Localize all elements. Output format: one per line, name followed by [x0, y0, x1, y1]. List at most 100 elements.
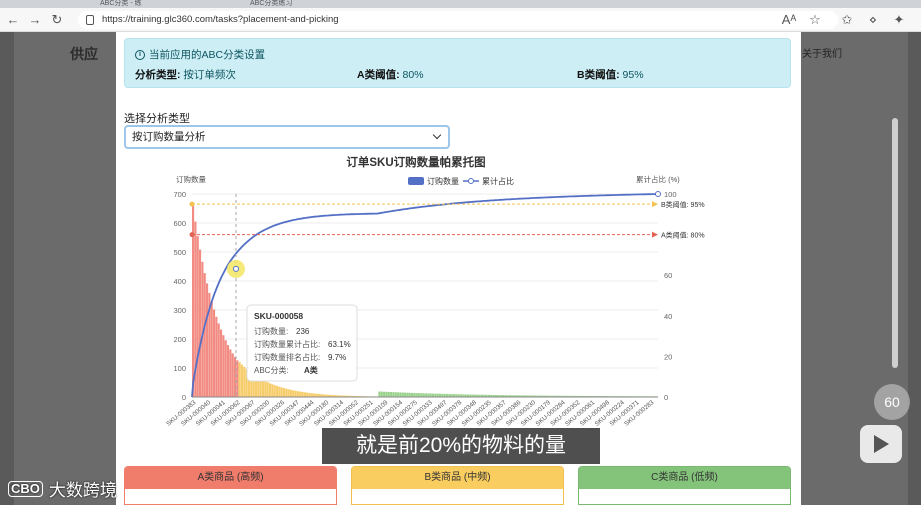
- bar-c: [420, 393, 423, 397]
- read-aloud-icon[interactable]: Aᴬ: [780, 11, 798, 29]
- browser-tab[interactable]: ABC分类 - 练: [100, 0, 142, 8]
- tooltip-row-value: A类: [304, 365, 318, 375]
- tooltip-title: SKU-000058: [254, 311, 303, 321]
- info-icon: i: [135, 49, 145, 60]
- y-left-tick-label: 0: [182, 393, 186, 402]
- bar-c: [413, 392, 416, 397]
- bar-b: [240, 364, 244, 397]
- bar-c: [399, 392, 402, 397]
- bar-b: [285, 388, 288, 397]
- bar-b: [294, 390, 297, 397]
- bar-c: [380, 391, 383, 397]
- a-class-card-header: A类商品 (高频): [125, 467, 336, 489]
- bar-c: [385, 391, 388, 397]
- bar-c: [390, 392, 393, 397]
- bar-b: [296, 391, 299, 397]
- nav-about[interactable]: 关于我们: [802, 45, 842, 60]
- bar-a: [198, 249, 202, 397]
- analysis-type-select[interactable]: 按订购数量分析: [124, 125, 450, 149]
- favorite-star-icon[interactable]: ☆: [806, 11, 824, 29]
- threshold-arrow: [652, 231, 658, 238]
- bar-c: [378, 391, 381, 397]
- bar-c: [383, 391, 386, 397]
- video-play-button[interactable]: [860, 425, 902, 463]
- c-class-card: C类商品 (低频): [578, 466, 791, 505]
- browser-tab-strip: ABC分类 - 练 ABC分类练习: [0, 0, 921, 8]
- y-right-tick-label: 100: [664, 190, 677, 199]
- chart-title: 订单SKU订购数量帕累托图: [346, 155, 485, 169]
- bar-c: [387, 391, 390, 397]
- reload-icon[interactable]: ↻: [48, 11, 66, 29]
- y-left-tick-label: 400: [173, 277, 186, 286]
- bar-a: [217, 323, 220, 397]
- page-scrollbar[interactable]: [892, 118, 898, 368]
- bar-a: [196, 236, 199, 397]
- back-icon[interactable]: ←: [4, 11, 22, 29]
- bar-a: [236, 360, 239, 397]
- bar-c: [422, 393, 425, 397]
- url-text: https://training.glc360.com/tasks?placem…: [102, 14, 339, 25]
- bar-a: [205, 283, 209, 397]
- bar-a: [229, 349, 232, 397]
- bar-b: [301, 391, 304, 397]
- play-icon: [874, 435, 889, 453]
- forward-icon[interactable]: →: [26, 11, 44, 29]
- bar-c: [418, 393, 421, 397]
- threshold-start-marker: [189, 232, 195, 238]
- watermark: CBO 大数跨境: [8, 476, 117, 501]
- legend-bar-swatch: [408, 177, 424, 185]
- browser-toolbar: ← → ↻ https://training.glc360.com/tasks?…: [0, 8, 921, 32]
- bar-b: [289, 389, 292, 397]
- bar-c: [401, 392, 404, 397]
- y-right-tick-label: 0: [664, 393, 668, 402]
- current-abc-settings-alert: i 当前应用的ABC分类设置 分析类型: 按订单频次 A类阈值: 80% B类阈…: [124, 38, 791, 88]
- a-threshold-setting: A类阈值: 80%: [357, 67, 424, 82]
- y-left-tick-label: 300: [173, 306, 186, 315]
- bar-b: [264, 381, 267, 397]
- a-class-card: A类商品 (高频): [124, 466, 337, 505]
- bar-b: [238, 362, 241, 397]
- bar-c: [408, 392, 411, 397]
- copilot-icon[interactable]: ✦: [890, 11, 908, 29]
- y-left-tick-label: 700: [173, 190, 186, 199]
- bar-b: [313, 393, 316, 397]
- y-right-tick-label: 40: [664, 312, 672, 321]
- bar-a: [210, 301, 213, 397]
- speed-indicator[interactable]: 60: [874, 384, 910, 420]
- b-class-card: B类商品 (中频): [351, 466, 564, 505]
- address-bar[interactable]: https://training.glc360.com/tasks?placem…: [78, 11, 838, 29]
- bar-a: [212, 309, 216, 397]
- b-threshold-value: 95%: [622, 69, 644, 81]
- bar-b: [310, 393, 313, 397]
- bar-b: [292, 390, 295, 397]
- site-logo[interactable]: 供应: [70, 44, 98, 64]
- a-threshold-label: A类阈值:: [357, 69, 400, 81]
- bar-a: [226, 345, 230, 397]
- tooltip-row-label: ABC分类:: [254, 365, 289, 375]
- tooltip-row-label: 订购数量排名占比:: [254, 352, 320, 362]
- bar-c: [404, 392, 407, 397]
- bar-c: [425, 393, 428, 397]
- bar-b: [287, 389, 290, 397]
- c-class-card-header: C类商品 (低频): [579, 467, 790, 489]
- watermark-logo: CBO: [8, 480, 43, 497]
- tooltip-row-value: 236: [296, 327, 310, 336]
- extensions-icon[interactable]: ⋄: [864, 11, 882, 29]
- tooltip-row-label: 订购数量累计占比:: [254, 339, 320, 349]
- y-left-tick-label: 200: [173, 335, 186, 344]
- bar-a: [222, 335, 225, 397]
- bar-b: [273, 385, 276, 397]
- favorites-icon[interactable]: ✩: [838, 11, 856, 29]
- legend-line-label: 累计占比: [482, 176, 514, 186]
- bar-c: [434, 393, 437, 397]
- bar-a: [219, 329, 223, 397]
- b-class-card-header: B类商品 (中频): [352, 467, 563, 489]
- bar-b: [275, 385, 279, 397]
- bar-b: [266, 382, 269, 397]
- bar-b: [308, 392, 311, 397]
- cumulative-end-marker: [655, 191, 661, 197]
- browser-tab-active[interactable]: ABC分类练习: [250, 0, 292, 8]
- bar-b: [243, 366, 246, 397]
- tooltip-row-value: 63.1%: [328, 340, 351, 349]
- bar-c: [392, 392, 395, 397]
